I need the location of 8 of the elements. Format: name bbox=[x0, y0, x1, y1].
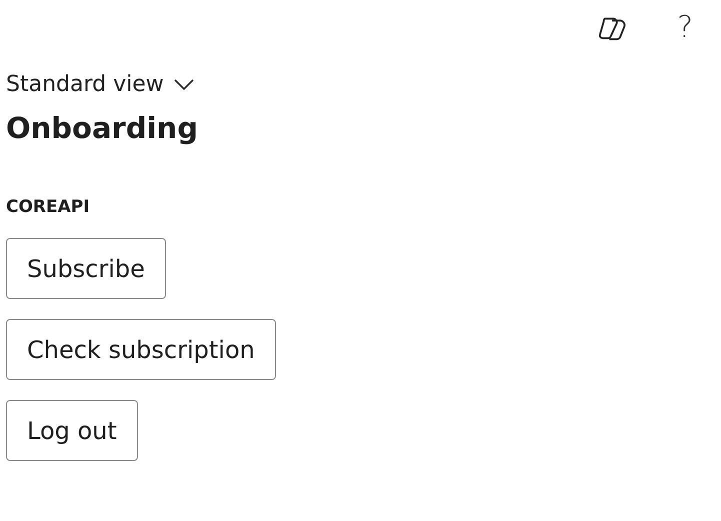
help-icon[interactable]: ? bbox=[677, 13, 693, 43]
chevron-down-icon bbox=[174, 78, 194, 90]
action-button[interactable]: Subscribe bbox=[6, 238, 166, 299]
action-button[interactable]: Check subscription bbox=[6, 319, 276, 380]
view-menu[interactable]: Standard view bbox=[6, 72, 194, 97]
page-title: Onboarding bbox=[6, 111, 198, 145]
section-heading: COREAPI bbox=[6, 197, 90, 217]
action-button[interactable]: Log out bbox=[6, 400, 138, 461]
